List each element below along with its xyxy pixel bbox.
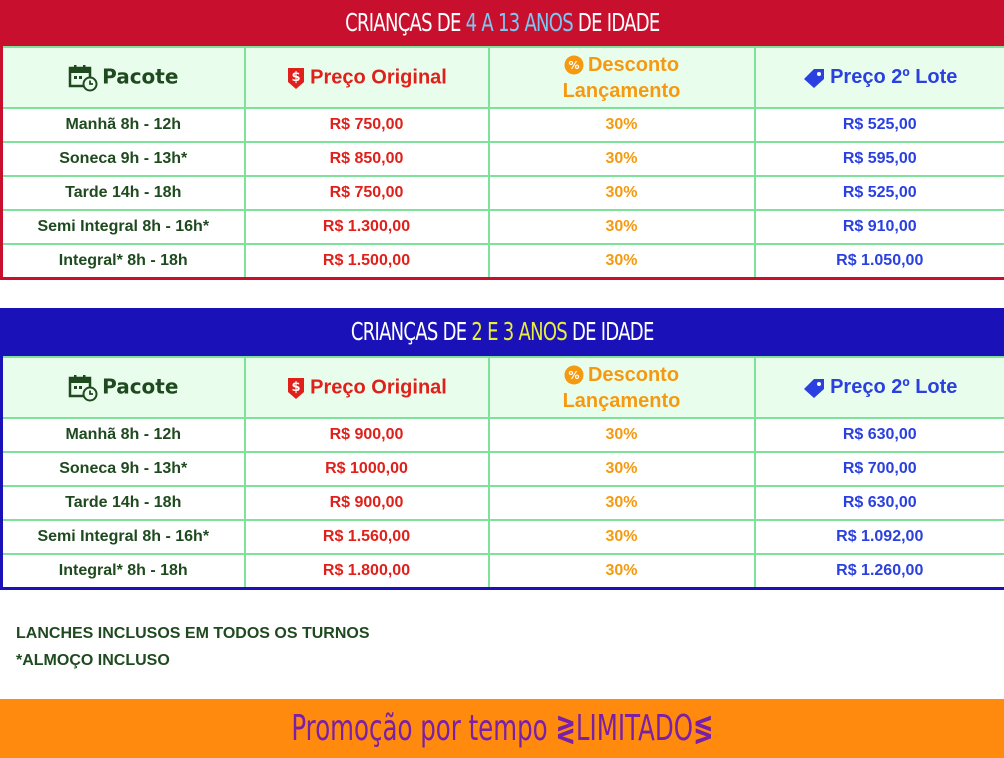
pricing-section-4-13: CRIANÇAS DE 4 A 13 ANOS DE IDADE Pacote … — [0, 0, 1004, 280]
cell-preco-lote: R$ 595,00 — [753, 141, 1004, 177]
table-header-row: Pacote $ Preço Original % Desconto Lançamen… — [0, 356, 1004, 419]
cell-pacote: Semi Integral 8h - 16h* — [0, 209, 246, 245]
cell-desconto: 30% — [487, 243, 756, 280]
calendar-clock-icon — [68, 374, 98, 401]
cell-pacote: Semi Integral 8h - 16h* — [0, 519, 246, 555]
cell-pacote: Soneca 9h - 13h* — [0, 141, 246, 177]
banner-highlight: 4 A 13 ANOS — [465, 8, 573, 37]
section-banner: CRIANÇAS DE 2 E 3 ANOS DE IDADE — [0, 308, 1004, 356]
pricing-table: Pacote $ Preço Original % Desconto Lançamen… — [0, 46, 1004, 280]
header-preco-lote: Preço 2º Lote — [753, 46, 1004, 109]
cell-pacote: Manhã 8h - 12h — [0, 107, 246, 143]
cell-preco-original: R$ 750,00 — [243, 107, 490, 143]
cell-preco-original: R$ 1.800,00 — [243, 553, 490, 590]
cell-desconto: 30% — [487, 417, 756, 453]
cell-preco-lote: R$ 630,00 — [753, 485, 1004, 521]
cell-desconto: 30% — [487, 485, 756, 521]
cell-preco-original: R$ 900,00 — [243, 417, 490, 453]
cell-desconto: 30% — [487, 553, 756, 590]
header-preco-original: $ Preço Original — [243, 356, 490, 419]
cell-preco-original: R$ 1.300,00 — [243, 209, 490, 245]
svg-text:$: $ — [292, 70, 301, 85]
cell-preco-original: R$ 850,00 — [243, 141, 490, 177]
cell-desconto: 30% — [487, 519, 756, 555]
table-header-row: Pacote $ Preço Original % Desconto Lançamen… — [0, 46, 1004, 109]
table-row: Tarde 14h - 18h R$ 900,00 30% R$ 630,00 — [0, 485, 1004, 521]
calendar-clock-icon — [68, 64, 98, 91]
header-pacote: Pacote — [0, 356, 246, 419]
double-chevron-left-icon: ≶ — [692, 708, 714, 749]
banner-text: CRIANÇAS DE — [344, 8, 466, 37]
header-preco-lote: Preço 2º Lote — [753, 356, 1004, 419]
cell-preco-lote: R$ 1.092,00 — [753, 519, 1004, 555]
note-almoco: *ALMOÇO INCLUSO — [16, 652, 170, 669]
percent-badge-icon: % — [564, 365, 584, 385]
table-row: Tarde 14h - 18h R$ 750,00 30% R$ 525,00 — [0, 175, 1004, 211]
table-row: Soneca 9h - 13h* R$ 850,00 30% R$ 595,00 — [0, 141, 1004, 177]
svg-text:%: % — [568, 369, 579, 382]
cell-preco-original: R$ 1.500,00 — [243, 243, 490, 280]
table-row: Integral* 8h - 18h R$ 1.800,00 30% R$ 1.… — [0, 553, 1004, 590]
svg-text:%: % — [568, 59, 579, 72]
header-preco-original: $ Preço Original — [243, 46, 490, 109]
cell-desconto: 30% — [487, 141, 756, 177]
cell-pacote: Soneca 9h - 13h* — [0, 451, 246, 487]
footnotes: LANCHES INCLUSOS EM TODOS OS TURNOS *ALM… — [16, 620, 370, 674]
cell-pacote: Manhã 8h - 12h — [0, 417, 246, 453]
cell-desconto: 30% — [487, 209, 756, 245]
cell-preco-lote: R$ 1.260,00 — [753, 553, 1004, 590]
cell-desconto: 30% — [487, 107, 756, 143]
promo-text: Promoção por tempo — [290, 708, 548, 749]
banner-text-end: DE IDADE — [566, 317, 654, 346]
price-tag-icon — [804, 68, 825, 88]
cell-desconto: 30% — [487, 451, 756, 487]
cell-preco-lote: R$ 630,00 — [753, 417, 1004, 453]
cell-pacote: Tarde 14h - 18h — [0, 175, 246, 211]
table-row: Semi Integral 8h - 16h* R$ 1.300,00 30% … — [0, 209, 1004, 245]
cell-preco-lote: R$ 525,00 — [753, 175, 1004, 211]
header-pacote: Pacote — [0, 46, 246, 109]
table-row: Integral* 8h - 18h R$ 1.500,00 30% R$ 1.… — [0, 243, 1004, 280]
banner-text: CRIANÇAS DE — [350, 317, 472, 346]
dollar-tag-icon: $ — [288, 67, 305, 89]
table-row: Manhã 8h - 12h R$ 750,00 30% R$ 525,00 — [0, 107, 1004, 143]
header-desconto: % Desconto Lançamento — [487, 46, 756, 109]
banner-text-end: DE IDADE — [572, 8, 660, 37]
promo-highlight: LIMITADO — [575, 708, 693, 749]
cell-preco-lote: R$ 525,00 — [753, 107, 1004, 143]
cell-preco-original: R$ 1.560,00 — [243, 519, 490, 555]
table-row: Semi Integral 8h - 16h* R$ 1.560,00 30% … — [0, 519, 1004, 555]
table-row: Manhã 8h - 12h R$ 900,00 30% R$ 630,00 — [0, 417, 1004, 453]
cell-desconto: 30% — [487, 175, 756, 211]
cell-pacote: Integral* 8h - 18h — [0, 243, 246, 280]
header-desconto: % Desconto Lançamento — [487, 356, 756, 419]
cell-preco-original: R$ 1000,00 — [243, 451, 490, 487]
cell-preco-lote: R$ 910,00 — [753, 209, 1004, 245]
pricing-section-2-3: CRIANÇAS DE 2 E 3 ANOS DE IDADE Pacote $… — [0, 308, 1004, 590]
note-lanches: LANCHES INCLUSOS EM TODOS OS TURNOS — [16, 625, 370, 642]
cell-preco-original: R$ 750,00 — [243, 175, 490, 211]
cell-preco-lote: R$ 1.050,00 — [753, 243, 1004, 280]
table-row: Soneca 9h - 13h* R$ 1000,00 30% R$ 700,0… — [0, 451, 1004, 487]
pricing-table: Pacote $ Preço Original % Desconto Lançamen… — [0, 356, 1004, 590]
cell-preco-lote: R$ 700,00 — [753, 451, 1004, 487]
section-banner: CRIANÇAS DE 4 A 13 ANOS DE IDADE — [0, 0, 1004, 46]
banner-highlight: 2 E 3 ANOS — [471, 317, 567, 346]
svg-text:$: $ — [292, 380, 301, 395]
cell-pacote: Integral* 8h - 18h — [0, 553, 246, 590]
price-tag-icon — [804, 378, 825, 398]
cell-pacote: Tarde 14h - 18h — [0, 485, 246, 521]
dollar-tag-icon: $ — [288, 377, 305, 399]
double-chevron-right-icon: ≷ — [554, 708, 576, 749]
promo-banner: Promoção por tempo ≷LIMITADO≶ — [0, 699, 1004, 758]
cell-preco-original: R$ 900,00 — [243, 485, 490, 521]
percent-badge-icon: % — [564, 55, 584, 75]
